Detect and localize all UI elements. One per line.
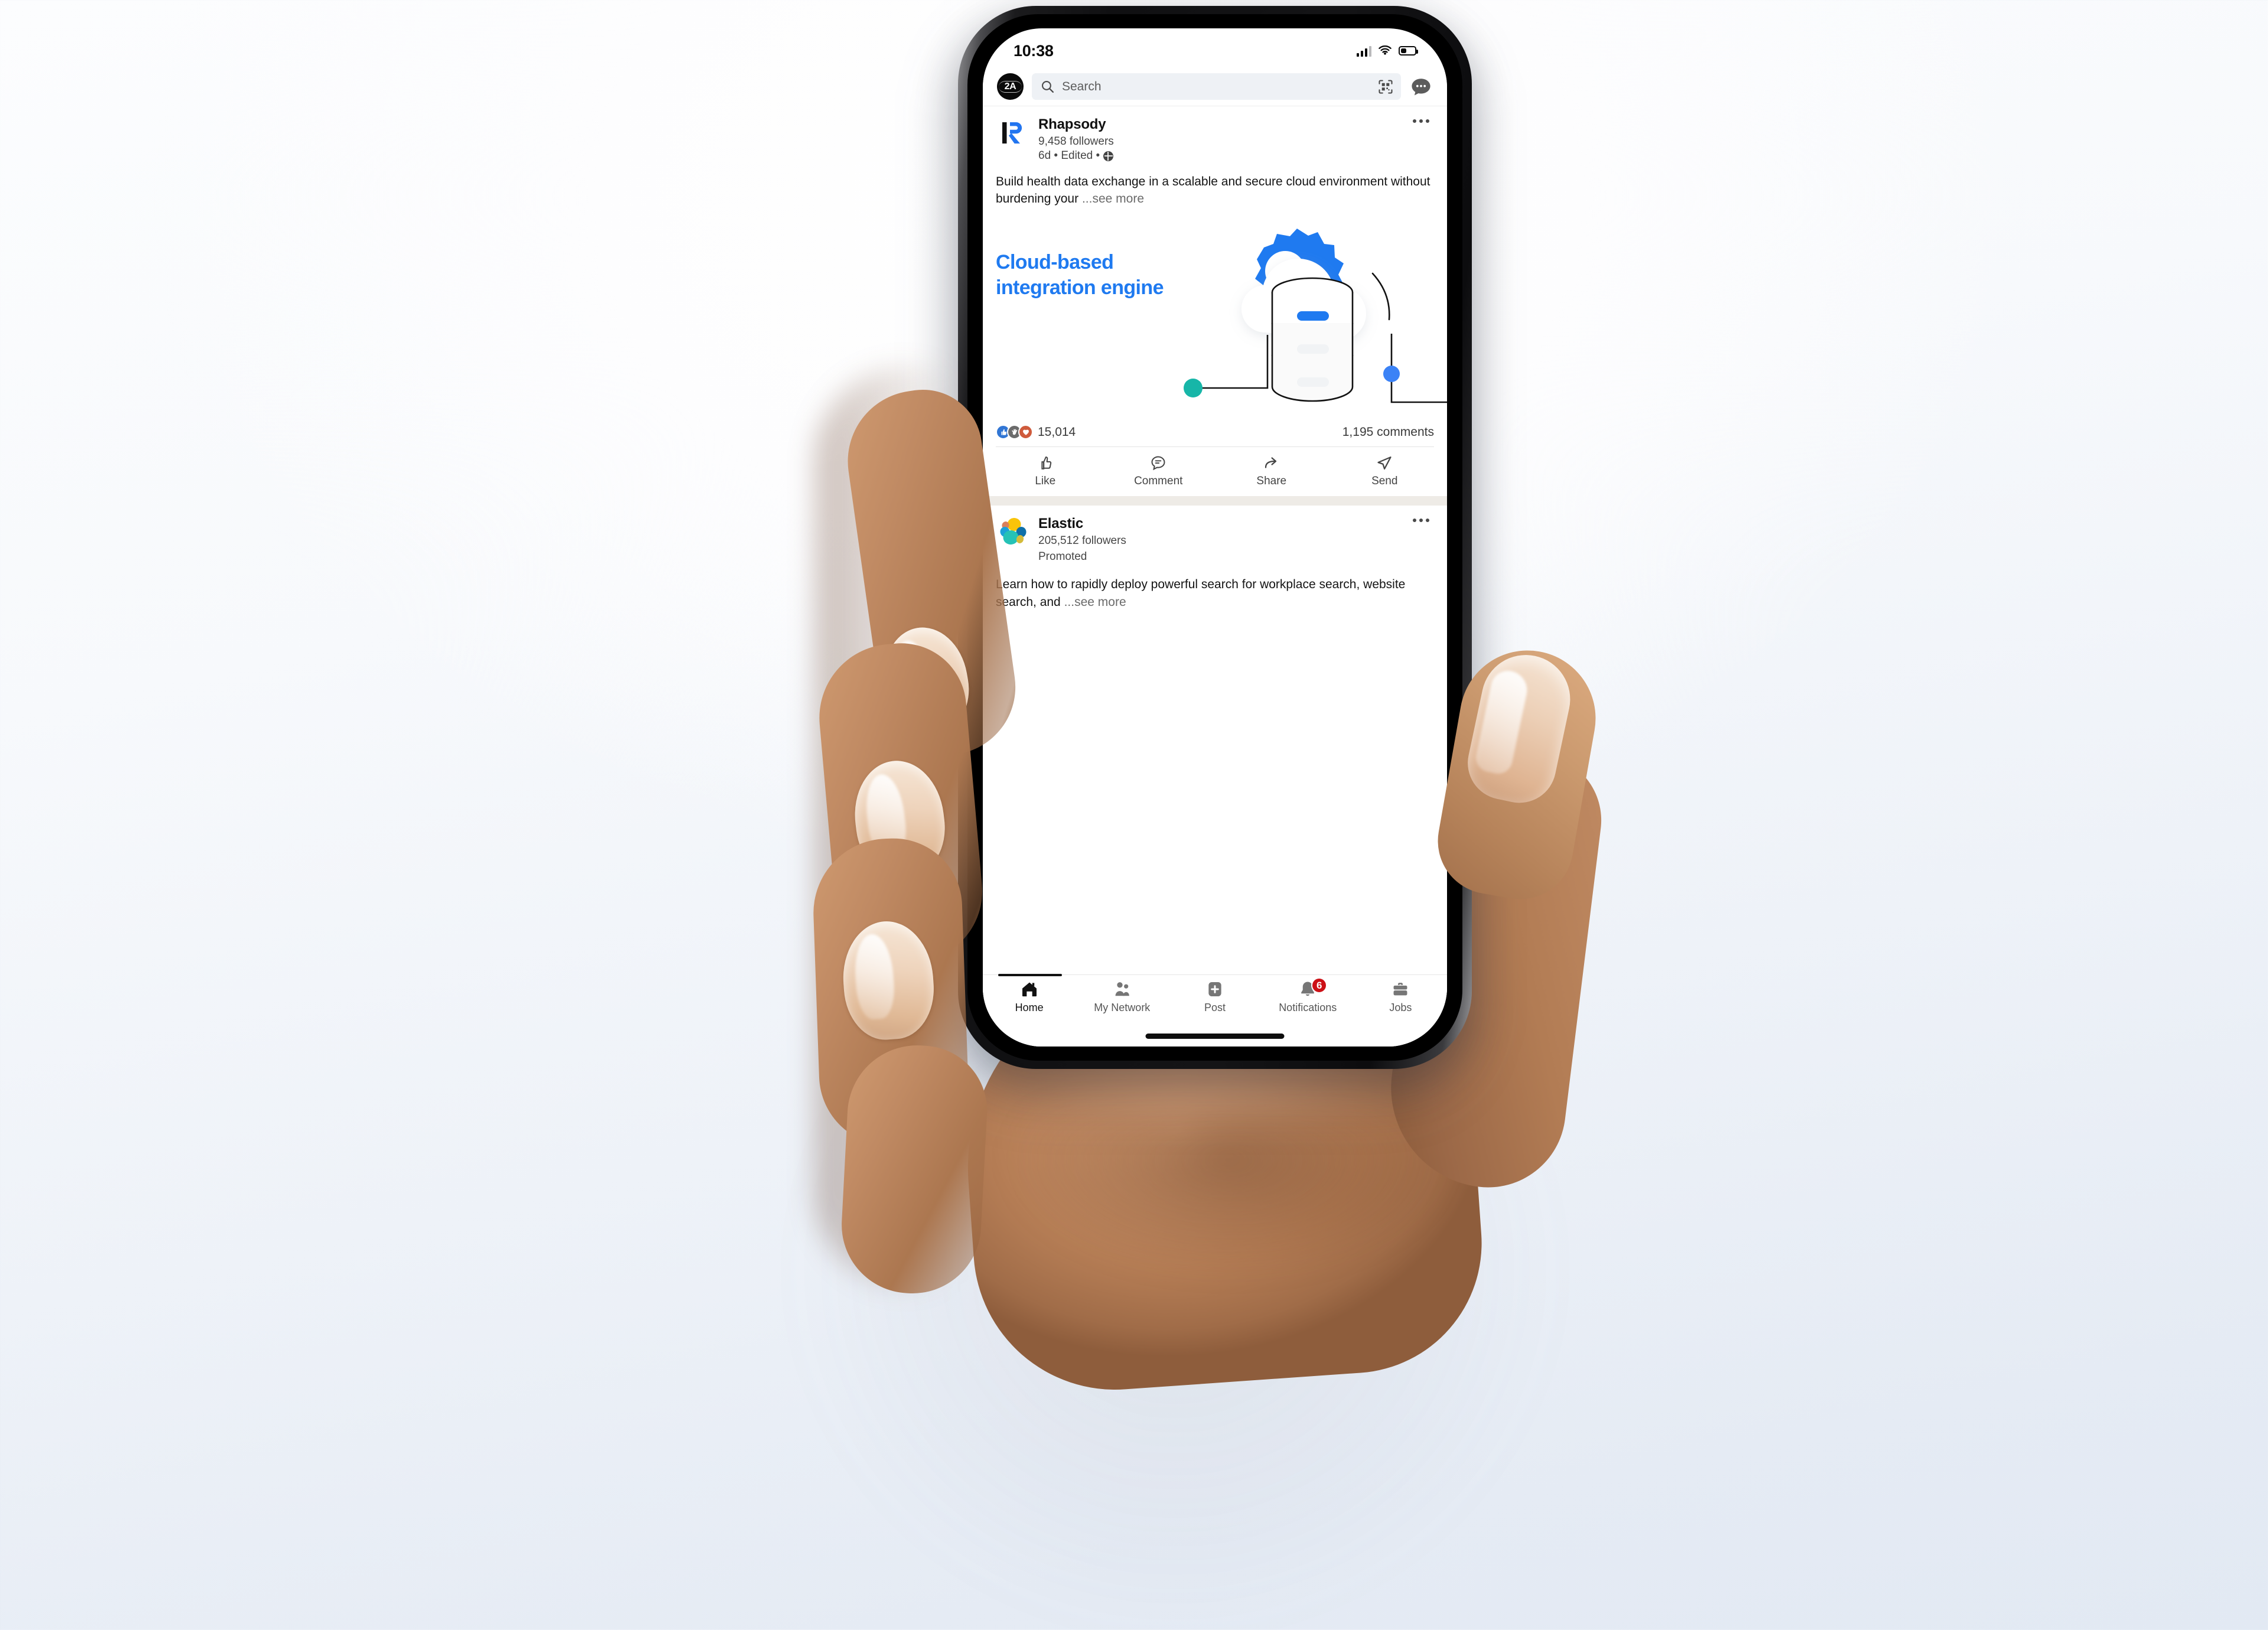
little-finger — [838, 1042, 990, 1297]
scene-root: 10:38 2A Search Rhapsody 9,458 followers… — [0, 0, 2268, 1630]
avatar-initials: 2A — [1004, 81, 1016, 92]
hand-fingers-front — [0, 0, 2268, 1630]
